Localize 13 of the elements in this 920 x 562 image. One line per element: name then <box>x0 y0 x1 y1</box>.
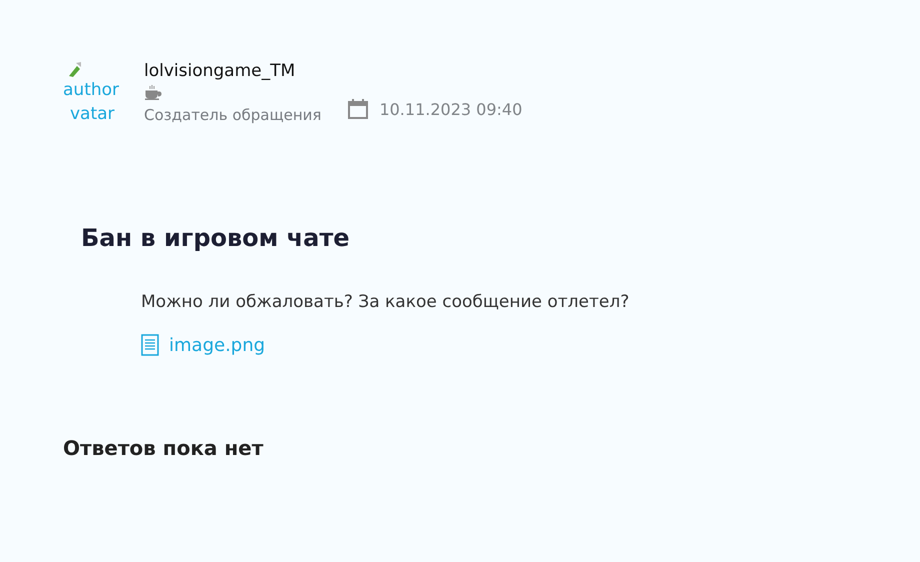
ticket-title: Бан в игровом чате <box>81 224 350 252</box>
calendar-icon <box>347 98 370 120</box>
attachment-link[interactable]: image.png <box>169 334 266 356</box>
coffee-cup-icon <box>144 84 162 100</box>
avatar-alt-text: author <box>63 79 120 102</box>
document-icon <box>141 334 159 356</box>
ticket-message: Можно ли обжаловать? За какое сообщение отлетел? <box>141 292 630 312</box>
created-date: 10.11.2023 09:40 <box>379 100 522 118</box>
replies-heading: Ответов пока нет <box>63 436 264 460</box>
author-role: Создатель обращения <box>144 106 322 124</box>
author-name: lolvisiongame_TM <box>144 60 296 82</box>
broken-image-icon <box>67 60 83 78</box>
avatar-alt-text: vatar <box>70 103 115 126</box>
